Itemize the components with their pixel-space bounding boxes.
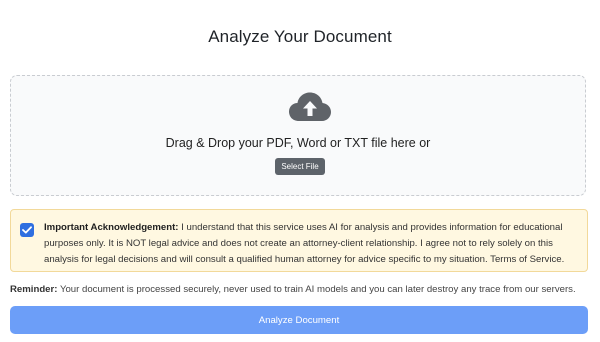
acknowledgement-panel: Important Acknowledgement: I understand … [10, 209, 588, 272]
acknowledgement-text: Important Acknowledgement: I understand … [44, 220, 584, 268]
acknowledgement-heading: Important Acknowledgement: [44, 222, 179, 233]
analyze-document-page: Analyze Your Document Drag & Drop your P… [0, 0, 600, 342]
reminder-note: Reminder: Your document is processed sec… [10, 283, 595, 296]
page-title: Analyze Your Document [208, 27, 392, 46]
checkmark-icon [22, 226, 32, 234]
dropzone-prompt: Drag & Drop your PDF, Word or TXT file h… [165, 136, 431, 150]
cloud-upload-icon [288, 91, 332, 123]
acknowledgement-checkbox[interactable] [20, 223, 34, 237]
analyze-document-button[interactable]: Analyze Document [10, 306, 588, 334]
reminder-text: Your document is processed securely, nev… [59, 284, 576, 295]
file-dropzone[interactable]: Drag & Drop your PDF, Word or TXT file h… [10, 75, 586, 196]
reminder-label: Reminder: [10, 284, 58, 295]
select-file-button[interactable]: Select File [275, 158, 325, 175]
